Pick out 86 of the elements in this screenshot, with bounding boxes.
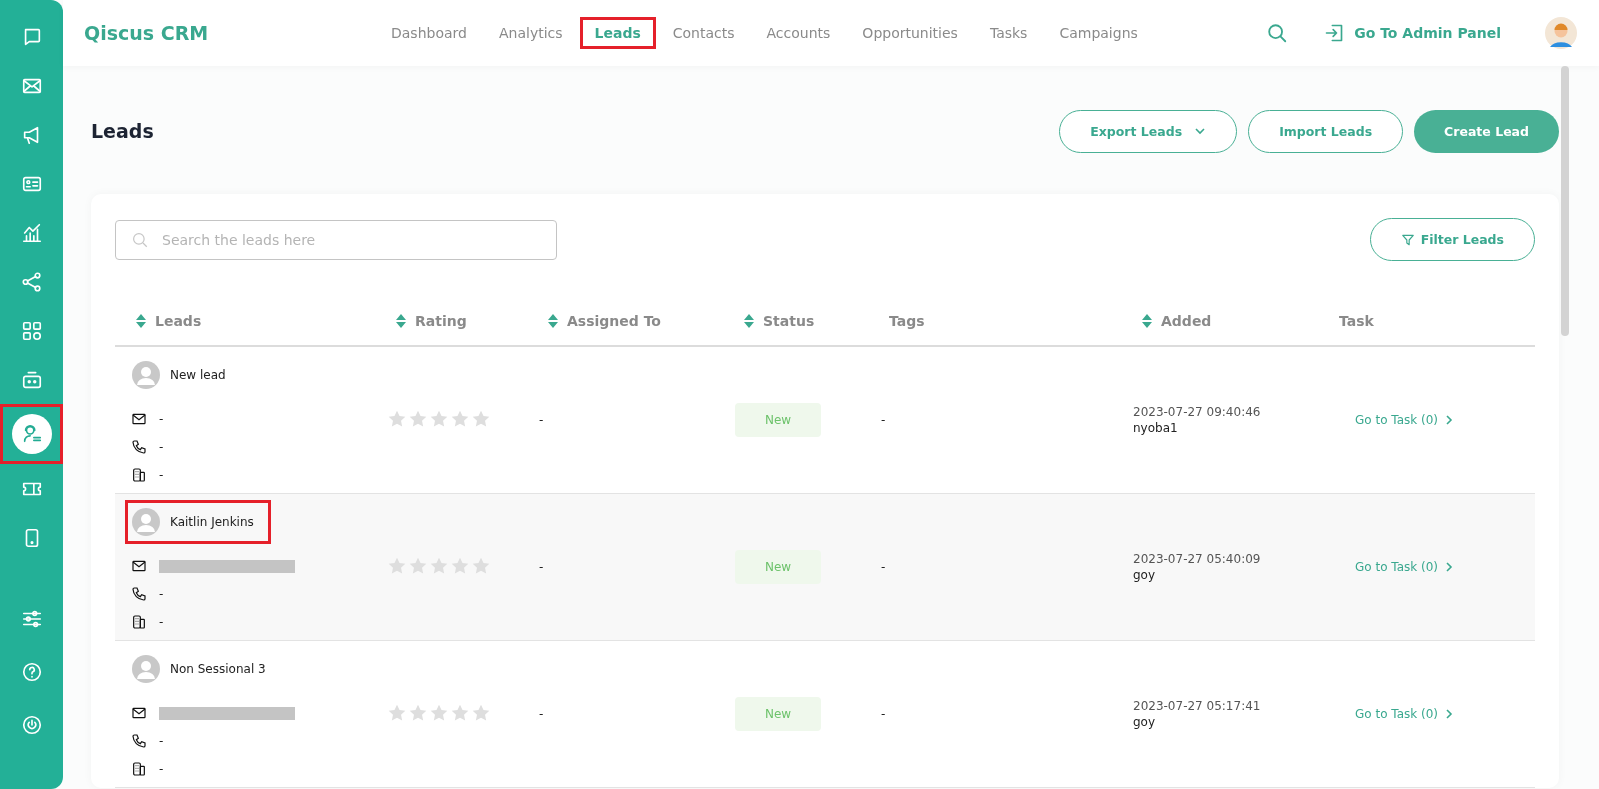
assigned-value: - <box>539 413 544 427</box>
phone-value: - <box>159 440 164 454</box>
create-button[interactable]: Create Lead <box>1414 109 1559 153</box>
added-by: goy <box>1133 715 1157 729</box>
added-date: 2023-07-27 05:40:09 <box>1133 552 1262 566</box>
nav-tab[interactable]: Leads <box>579 17 656 49</box>
building-icon <box>131 614 147 630</box>
column-header: Assigned To <box>567 313 661 329</box>
mail-icon <box>131 705 147 721</box>
sort-icon[interactable] <box>1141 313 1153 329</box>
nav-tab[interactable]: Opportunities <box>847 17 973 49</box>
status-badge: New <box>735 403 822 437</box>
phone-icon <box>131 733 147 749</box>
avatar-icon <box>132 508 160 536</box>
avatar-icon <box>132 655 160 683</box>
funnel-icon <box>1400 232 1415 247</box>
share-icon <box>20 270 43 293</box>
column-header: Task <box>1339 313 1374 329</box>
column-header: Tags <box>889 313 925 329</box>
tags-value: - <box>881 560 886 574</box>
user-avatar[interactable] <box>1545 17 1577 49</box>
nav-tab[interactable]: Analytics <box>483 17 578 49</box>
help-icon[interactable] <box>20 660 43 683</box>
status-badge: New <box>735 550 822 584</box>
company-value: - <box>159 615 164 629</box>
mail-icon <box>131 411 147 427</box>
added-date: 2023-07-27 05:17:41 <box>1133 699 1262 713</box>
phone-icon <box>131 439 147 455</box>
added-by: goy <box>1133 568 1157 582</box>
sort-icon[interactable] <box>135 313 147 329</box>
scrollbar[interactable] <box>1561 66 1569 336</box>
nav-tab[interactable]: Campaigns <box>1044 17 1153 49</box>
apps-icon <box>20 319 43 342</box>
phone-value: - <box>159 587 164 601</box>
company-value: - <box>159 762 164 776</box>
chevron-icon <box>1444 562 1455 572</box>
admin-panel-link[interactable]: Go To Admin Panel <box>1324 23 1501 43</box>
column-header: Status <box>763 313 815 329</box>
lead-name[interactable]: New lead <box>170 368 226 382</box>
phone-icon <box>131 586 147 602</box>
task-link[interactable]: Go to Task (0) <box>1331 413 1455 427</box>
assigned-value: - <box>539 560 544 574</box>
column-header: Leads <box>155 313 202 329</box>
tags-value: - <box>881 707 886 721</box>
status-badge: New <box>735 697 822 731</box>
search-field[interactable]: Search the leads here <box>115 219 557 260</box>
sort-icon[interactable] <box>547 313 559 329</box>
chart-icon <box>20 221 43 244</box>
nav-tab[interactable]: Dashboard <box>376 17 482 49</box>
export-dropdown-button[interactable]: Export Leads <box>1059 109 1238 153</box>
brand-logo[interactable]: Qiscus CRM <box>84 22 376 44</box>
chevron-icon <box>1444 709 1455 719</box>
page-title: Leads <box>91 120 154 142</box>
company-value: - <box>159 468 164 482</box>
table-row-hovered[interactable]: Kaitlin Jenkins - - - New - 2023-07-27 05:40:09 goy Go to Task (0) <box>115 494 1535 641</box>
building-icon <box>131 761 147 777</box>
import-button[interactable]: Import Leads <box>1248 109 1404 153</box>
column-header: Rating <box>415 313 467 329</box>
task-link[interactable]: Go to Task (0) <box>1331 560 1455 574</box>
power-icon[interactable] <box>20 713 43 736</box>
building-icon <box>131 467 147 483</box>
sort-icon[interactable] <box>743 313 755 329</box>
email-value: - <box>159 412 164 426</box>
nav-tab[interactable]: Tasks <box>974 17 1043 49</box>
search-icon <box>131 230 149 249</box>
added-date: 2023-07-27 09:40:46 <box>1133 405 1262 419</box>
filter-button[interactable]: Filter Leads <box>1369 218 1535 261</box>
table-row[interactable]: Non Sessional 3 - - - New - 2023-07-27 05:17:41 goy Go to Task (0) <box>115 641 1535 788</box>
sidebar-item-active[interactable] <box>0 404 63 464</box>
column-header: Added <box>1161 313 1212 329</box>
assigned-value: - <box>539 707 544 721</box>
lead-name[interactable]: Non Sessional 3 <box>170 662 266 676</box>
lead-name[interactable]: Kaitlin Jenkins <box>170 515 254 529</box>
sort-icon[interactable] <box>395 313 407 329</box>
task-link[interactable]: Go to Task (0) <box>1331 707 1455 721</box>
tags-value: - <box>881 413 886 427</box>
enter-icon <box>1324 23 1345 43</box>
added-by: nyoba1 <box>1133 421 1179 435</box>
search-icon[interactable] <box>1266 22 1289 44</box>
phone-value: - <box>159 734 164 748</box>
avatar-icon <box>132 361 160 389</box>
caret-icon <box>1194 125 1207 137</box>
nav-tab[interactable]: Contacts <box>657 17 750 49</box>
mail-icon <box>131 558 147 574</box>
nav-tab[interactable]: Accounts <box>751 17 846 49</box>
chevron-icon <box>1444 415 1455 425</box>
